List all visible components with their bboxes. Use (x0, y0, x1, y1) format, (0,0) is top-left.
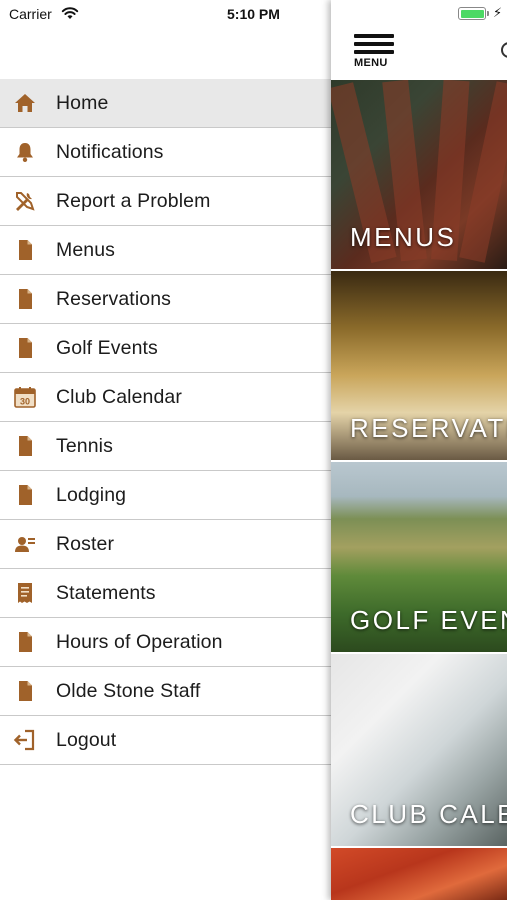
drawer-item-label: Golf Events (56, 336, 158, 359)
drawer-item-label: Menus (56, 238, 116, 261)
tile-club-calendar[interactable]: CLUB CALE (331, 654, 507, 846)
charging-bolt-icon: ⚡ (493, 5, 503, 20)
document-icon (19, 338, 32, 358)
document-icon (19, 681, 32, 701)
hamburger-bar (354, 50, 394, 54)
logout-icon (13, 729, 35, 751)
wifi-icon (61, 7, 79, 19)
drawer-item-notifications[interactable]: Notifications (0, 128, 331, 177)
drawer-item-label: Statements (56, 581, 156, 604)
carrier-label: Carrier (9, 6, 52, 22)
drawer-item-label: Roster (56, 532, 115, 555)
drawer-item-label: Reservations (56, 287, 172, 310)
hamburger-bar (354, 42, 394, 46)
drawer-item-olde-stone-staff[interactable]: Olde Stone Staff (0, 667, 331, 716)
tools-icon (16, 192, 35, 211)
status-bar: Carrier 5:10 PM ⚡ (0, 0, 507, 30)
drawer-item-label: Olde Stone Staff (56, 679, 201, 702)
menu-button[interactable]: MENU (354, 34, 394, 69)
drawer-item-golf-events[interactable]: Golf Events (0, 324, 331, 373)
document-icon (19, 240, 32, 260)
calendar-icon: 30 (14, 387, 36, 408)
drawer-item-label: Report a Problem (56, 189, 211, 212)
drawer-item-tennis[interactable]: Tennis (0, 422, 331, 471)
drawer-item-report-problem[interactable]: Report a Problem (0, 177, 331, 226)
status-time: 5:10 PM (227, 6, 280, 22)
drawer-item-label: Notifications (56, 140, 164, 163)
document-icon (19, 436, 32, 456)
tile-menus[interactable]: MENUS (331, 80, 507, 269)
bell-icon (17, 143, 33, 162)
drawer-item-club-calendar[interactable]: 30 Club Calendar (0, 373, 331, 422)
document-icon (19, 485, 32, 505)
battery-icon (458, 7, 486, 20)
drawer-item-statements[interactable]: Statements (0, 569, 331, 618)
battery-tip (487, 11, 489, 16)
tile-label: MENUS (350, 222, 457, 252)
drawer-item-label: Hours of Operation (56, 630, 223, 653)
roster-icon (15, 537, 35, 552)
document-icon (19, 289, 32, 309)
drawer-item-label: Club Calendar (56, 385, 182, 408)
drawer-item-roster[interactable]: Roster (0, 520, 331, 569)
side-drawer-menu: Home Notifications Report a Problem Menu… (0, 79, 331, 765)
drawer-item-hours-of-operation[interactable]: Hours of Operation (0, 618, 331, 667)
hamburger-icon (354, 34, 394, 38)
tile-reservations[interactable]: RESERVATI (331, 271, 507, 460)
drawer-item-menus[interactable]: Menus (0, 226, 331, 275)
document-icon (19, 632, 32, 652)
tile-golf-events[interactable]: GOLF EVEN (331, 462, 507, 652)
drawer-item-reservations[interactable]: Reservations (0, 275, 331, 324)
tile-label: CLUB CALE (350, 799, 507, 829)
drawer-item-home[interactable]: Home (0, 79, 331, 128)
search-icon[interactable] (501, 42, 507, 58)
drawer-item-logout[interactable]: Logout (0, 716, 331, 765)
tile-label: GOLF EVEN (350, 605, 507, 635)
menu-button-label: MENU (354, 57, 388, 69)
tile-label: RESERVATI (350, 413, 507, 443)
home-icon (15, 94, 35, 112)
home-content-panel: MENU MENUS RESERVATI GOLF EVEN CLUB CALE (331, 0, 507, 900)
tile-tennis[interactable] (331, 848, 507, 900)
drawer-item-lodging[interactable]: Lodging (0, 471, 331, 520)
drawer-item-label: Home (56, 91, 109, 114)
drawer-item-label: Tennis (56, 434, 113, 457)
calendar-icon-day: 30 (20, 397, 30, 407)
statement-icon (18, 583, 32, 603)
drawer-item-label: Logout (56, 728, 117, 751)
drawer-item-label: Lodging (56, 483, 127, 506)
